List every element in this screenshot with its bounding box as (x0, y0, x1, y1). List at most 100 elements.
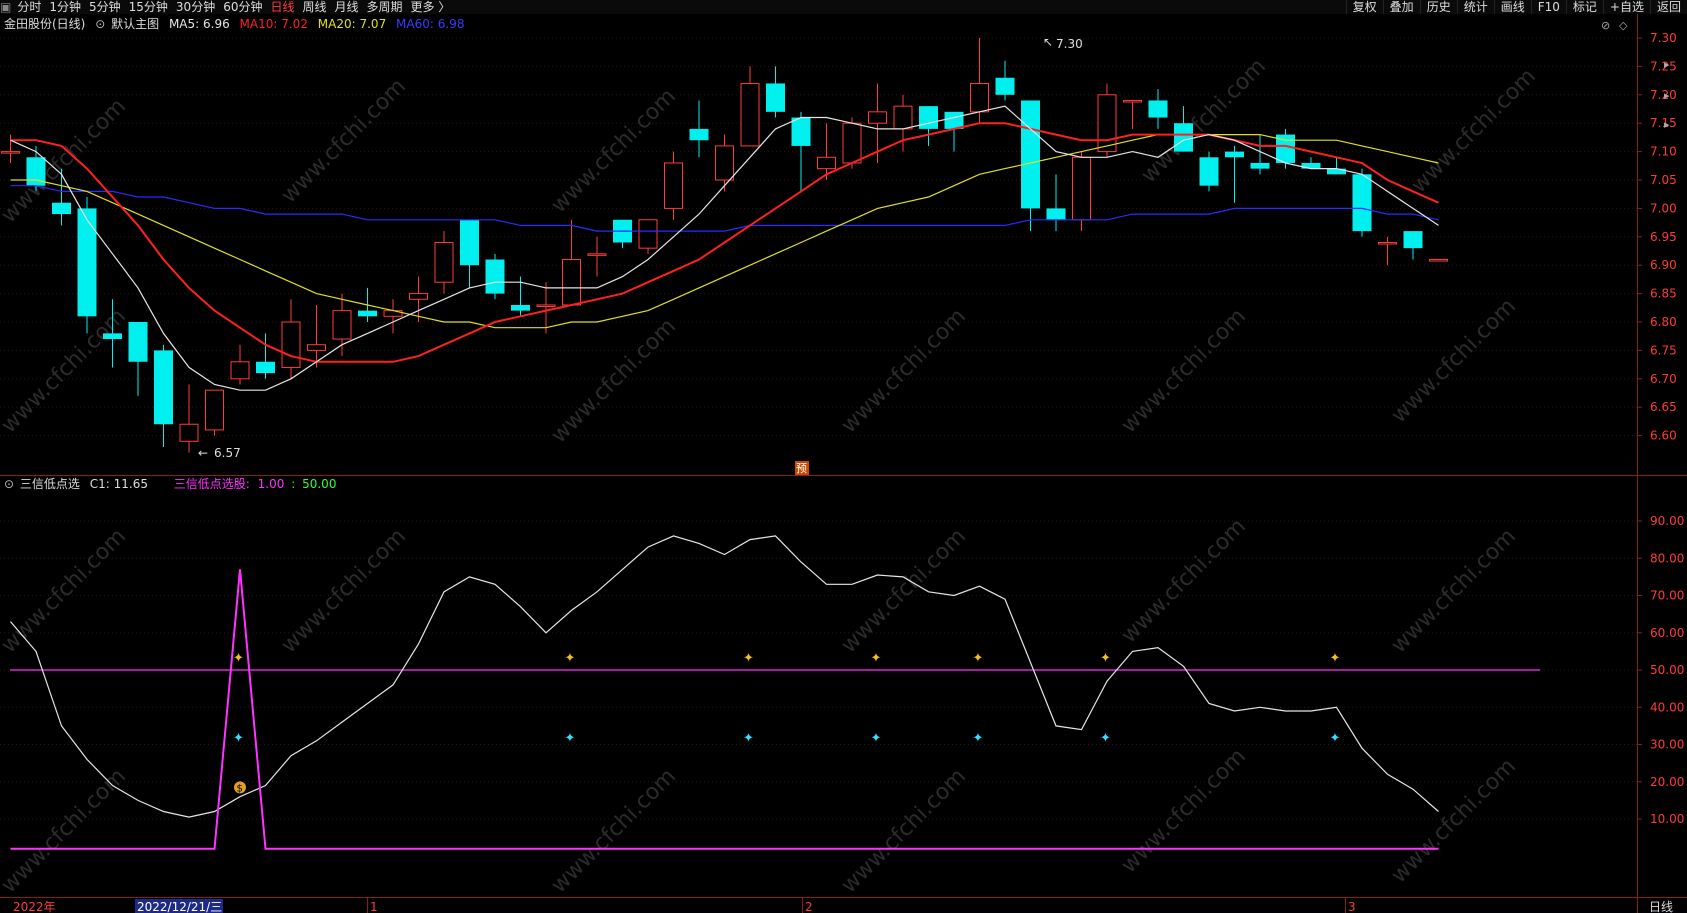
scroll-arrow-icon[interactable]: ▸ (1664, 58, 1670, 71)
forecast-badge[interactable]: 预 (795, 461, 809, 475)
indicator-tick-label: 30.00 (1650, 738, 1684, 752)
scroll-arrow-icon[interactable]: ▸ (1664, 89, 1670, 102)
menu-item-monthly[interactable]: 月线 (335, 0, 359, 14)
candle-body (1097, 94, 1117, 153)
draw-button[interactable]: 画线 (1493, 0, 1531, 14)
window-icon[interactable]: ▣ (0, 0, 11, 14)
candle-body (791, 117, 811, 146)
candle-body (1148, 100, 1168, 118)
overlay-button[interactable]: 叠加 (1382, 0, 1420, 14)
candle-body (919, 106, 938, 129)
candle-body (638, 219, 658, 249)
indicator-tick-label: 10.00 (1650, 812, 1684, 826)
menu-item-daily[interactable]: 日线 (270, 0, 294, 14)
candle (1072, 151, 1091, 232)
price-tick-label: 6.70 (1650, 372, 1677, 386)
settings-icon[interactable]: ⊘ (1601, 19, 1610, 32)
indicator-tick-label: 50.00 (1650, 663, 1684, 677)
ma5-value: MA5: 6.96 (168, 17, 230, 31)
menu-item-5min[interactable]: 5分钟 (89, 0, 121, 14)
menu-item-multi-period[interactable]: 多周期 (367, 0, 403, 14)
candle-body (536, 304, 556, 307)
butterfly-icon: ✦ (871, 731, 882, 746)
candle-body (103, 333, 122, 340)
butterfly-icon: ✦ (743, 651, 754, 666)
history-button[interactable]: 历史 (1419, 0, 1457, 14)
candle-body (970, 82, 989, 113)
stock-name[interactable]: 金田股份(日线) (4, 17, 85, 31)
expand-icon[interactable]: ◇ (1619, 19, 1628, 32)
scroll-arrow-icon[interactable]: ▸ (1664, 118, 1670, 131)
price-tick-label: 7.30 (1650, 31, 1677, 45)
candle-body (1, 151, 20, 154)
candle-body (1301, 162, 1321, 169)
indicator-dropdown-icon[interactable]: ⊙ (4, 477, 14, 491)
candle-body (868, 111, 887, 124)
butterfly-icon: ✦ (871, 651, 882, 666)
add-watchlist-button[interactable]: +自选 (1602, 0, 1650, 14)
candle (485, 253, 505, 300)
candle-body (587, 253, 607, 256)
candle-body (562, 259, 581, 306)
ma10-value: MA10: 7.02 (239, 17, 308, 31)
price-tick-label: 6.90 (1650, 258, 1677, 272)
candle-body (740, 82, 760, 147)
butterfly-icon: ✦ (565, 651, 576, 666)
butterfly-icon: ✦ (1100, 651, 1111, 666)
indicator-tick-label: 20.00 (1650, 775, 1684, 789)
menu-item-fenshi[interactable]: 分时 (17, 0, 41, 14)
price-tick-label: 6.60 (1650, 429, 1677, 443)
price-tick-label: 6.65 (1650, 400, 1677, 414)
ma20-value: MA20: 7.07 (317, 17, 387, 31)
candle-body (1199, 157, 1219, 186)
candle-body (77, 208, 97, 317)
stats-button[interactable]: 统计 (1456, 0, 1494, 14)
candle-body (434, 241, 454, 283)
candle-body (664, 162, 683, 209)
svg-text:←: ← (198, 446, 208, 460)
fuquan-button[interactable]: 复权 (1345, 0, 1383, 14)
menu-item-15min[interactable]: 15分钟 (129, 0, 168, 14)
candle-body (995, 77, 1015, 95)
butterfly-icon: ✦ (1330, 731, 1341, 746)
menu-item-60min[interactable]: 60分钟 (223, 0, 262, 14)
main-info-line: 金田股份(日线) ⊙ 默认主图 MA5: 6.96 MA10: 7.02 MA2… (4, 16, 470, 32)
mark-button[interactable]: 标记 (1565, 0, 1603, 14)
menu-item-more[interactable]: 更多 〉 (411, 0, 451, 14)
candle-body (485, 259, 505, 294)
menu-item-1min[interactable]: 1分钟 (49, 0, 81, 14)
candle-body (1429, 259, 1448, 262)
price-tick-label: 6.75 (1650, 343, 1677, 357)
candle-body (281, 321, 301, 368)
period-toolbar: ▣ 分时 1分钟 5分钟 15分钟 30分钟 60分钟 日线 周线 月线 多周期… (0, 0, 1687, 14)
price-tick-label: 7.05 (1650, 173, 1677, 187)
template-name[interactable]: 默认主图 (111, 17, 159, 31)
candle-body (1021, 100, 1040, 209)
back-button[interactable]: 返回 (1649, 0, 1687, 14)
month-label: 1 (370, 900, 378, 913)
candle-body (1250, 162, 1270, 169)
candle-body (817, 156, 836, 170)
indicator-name[interactable]: 三信低点选 (20, 477, 80, 491)
template-dropdown-icon[interactable]: ⊙ (95, 17, 105, 31)
month-label: 3 (1348, 900, 1356, 913)
indicator-tick-label: 70.00 (1650, 589, 1684, 603)
candle (205, 389, 224, 436)
high-mark: ↖ 7.30 (1043, 35, 1083, 51)
price-tick-label: 7.00 (1650, 201, 1677, 215)
candle-body (179, 423, 199, 442)
butterfly-icon: ✦ (1100, 731, 1111, 746)
butterfly-icon: ✦ (743, 731, 754, 746)
candle-body (893, 105, 913, 130)
cursor-date-label: 2022/12/21/三 (137, 900, 222, 913)
signal-sep: : (291, 477, 296, 491)
candle-body (1174, 123, 1193, 152)
candle-body (842, 122, 862, 164)
menu-item-30min[interactable]: 30分钟 (176, 0, 215, 14)
svg-text:7.30: 7.30 (1056, 37, 1083, 51)
f10-button[interactable]: F10 (1530, 0, 1566, 14)
svg-text:6.57: 6.57 (214, 446, 241, 460)
chart-canvas[interactable]: www.cfchi.com www.cfchi.com www.cfchi.co… (0, 14, 1687, 913)
month-label: 2 (805, 900, 813, 913)
menu-item-weekly[interactable]: 周线 (303, 0, 327, 14)
